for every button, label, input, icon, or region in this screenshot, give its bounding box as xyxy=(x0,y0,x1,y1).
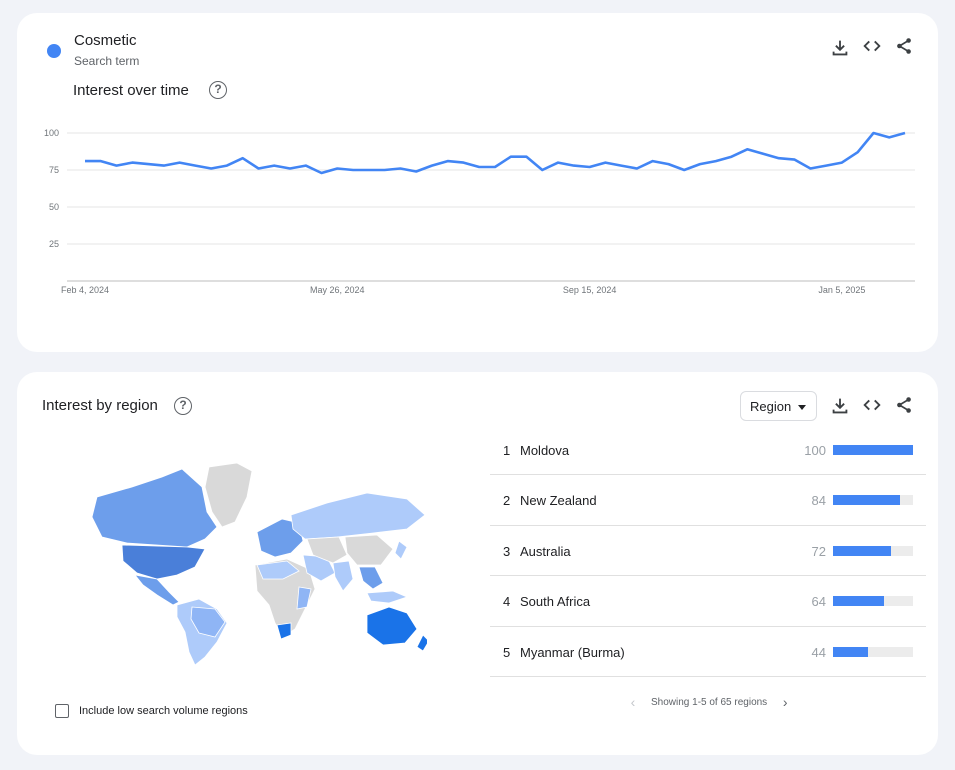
region-value-bar xyxy=(833,545,913,556)
interest-over-time-title: Interest over time xyxy=(73,82,189,99)
map-region-canada xyxy=(91,468,218,548)
region-rank-row[interactable]: 4 South Africa 64 xyxy=(490,576,926,627)
region-pager: ‹ Showing 1-5 of 65 regions › xyxy=(625,694,793,710)
region-rank-row[interactable]: 3 Australia 72 xyxy=(490,526,926,577)
map-region-china xyxy=(344,534,394,566)
rank-number: 2 xyxy=(503,493,511,509)
download-icon[interactable] xyxy=(829,37,851,59)
series-line-cosmetic[interactable] xyxy=(85,131,906,175)
region-value: 72 xyxy=(811,543,826,559)
term-color-dot xyxy=(47,44,61,58)
region-value-bar-fill xyxy=(833,646,869,657)
rank-number: 1 xyxy=(503,443,511,458)
region-rank-list: 1 Moldova 100 2 New Zealand 84 3 Australia 72 4 So… xyxy=(490,425,926,677)
interest-by-region-card: Interest by region ? Region Include low … xyxy=(17,372,938,755)
map-region-india xyxy=(332,560,354,592)
region-value-bar-fill xyxy=(833,445,913,455)
map-region-southeast-asia xyxy=(358,566,384,590)
region-value: 64 xyxy=(811,594,826,610)
region-value: 84 xyxy=(811,493,826,509)
map-region-japan xyxy=(394,540,408,560)
caret-down-icon xyxy=(798,405,806,410)
region-value: 44 xyxy=(811,644,826,660)
next-page-icon[interactable]: › xyxy=(777,694,793,710)
region-value-bar-fill xyxy=(833,596,885,607)
map-region-mexico xyxy=(134,574,180,606)
region-rank-row[interactable]: 2 New Zealand 84 xyxy=(490,475,926,526)
interest-over-time-card: Cosmetic Search term Interest over time … xyxy=(17,13,938,352)
region-rank-row[interactable]: 1 Moldova 100 xyxy=(490,425,926,476)
help-icon[interactable]: ? xyxy=(174,397,192,415)
map-region-australia xyxy=(366,606,418,646)
map-region-new-zealand xyxy=(416,634,427,652)
region-value-bar-fill xyxy=(833,545,891,556)
map-region-east-africa xyxy=(296,586,312,610)
region-dropdown[interactable]: Region xyxy=(740,391,817,421)
pager-text: Showing 1-5 of 65 regions xyxy=(651,696,768,708)
share-icon[interactable] xyxy=(893,394,915,416)
x-tick-label: Sep 15, 2024 xyxy=(563,285,617,295)
region-value: 100 xyxy=(804,443,826,458)
rank-number: 4 xyxy=(503,594,511,610)
y-tick-label: 75 xyxy=(49,165,59,175)
region-name: Australia xyxy=(520,543,571,559)
x-tick-label: Feb 4, 2024 xyxy=(61,285,109,295)
y-tick-label: 50 xyxy=(49,202,59,212)
embed-code-icon[interactable] xyxy=(861,394,883,416)
region-value-bar xyxy=(833,495,913,506)
interest-over-time-chart: 25 50 75 100 Feb 4, 2024 May 26, 2024 Sep 15, … xyxy=(44,128,915,295)
region-value-bar xyxy=(833,445,913,455)
embed-code-icon[interactable] xyxy=(861,35,883,57)
x-tick-label: Jan 5, 2025 xyxy=(818,285,865,295)
share-icon[interactable] xyxy=(893,35,915,57)
world-map[interactable] xyxy=(77,457,427,667)
region-dropdown-label: Region xyxy=(750,399,792,414)
region-value-bar-fill xyxy=(833,495,901,506)
rank-number: 5 xyxy=(503,644,511,660)
rank-number: 3 xyxy=(503,543,511,559)
include-low-volume-label: Include low search volume regions xyxy=(79,705,248,717)
x-tick-label: May 26, 2024 xyxy=(310,285,365,295)
map-region-usa xyxy=(121,544,206,580)
map-region-greenland xyxy=(204,462,253,528)
region-value-bar xyxy=(833,646,913,657)
interest-by-region-title: Interest by region xyxy=(42,397,158,414)
help-icon[interactable]: ? xyxy=(209,81,227,99)
term-name: Cosmetic xyxy=(74,32,137,49)
region-name: New Zealand xyxy=(520,493,597,509)
map-region-indonesia xyxy=(366,590,409,604)
region-name: Moldova xyxy=(520,443,570,458)
map-region-south-africa xyxy=(276,622,292,640)
prev-page-icon[interactable]: ‹ xyxy=(625,694,641,710)
include-low-volume-checkbox[interactable] xyxy=(55,704,69,718)
y-tick-label: 100 xyxy=(44,128,59,138)
region-name: Myanmar (Burma) xyxy=(520,644,625,660)
region-rank-row[interactable]: 5 Myanmar (Burma) 44 xyxy=(490,627,926,677)
term-subtitle: Search term xyxy=(74,54,140,68)
region-name: South Africa xyxy=(520,594,591,610)
y-tick-label: 25 xyxy=(49,239,59,249)
region-value-bar xyxy=(833,596,913,607)
download-icon[interactable] xyxy=(829,395,851,417)
map-region-russia xyxy=(290,492,426,540)
include-low-volume-row[interactable]: Include low search volume regions xyxy=(55,704,248,718)
